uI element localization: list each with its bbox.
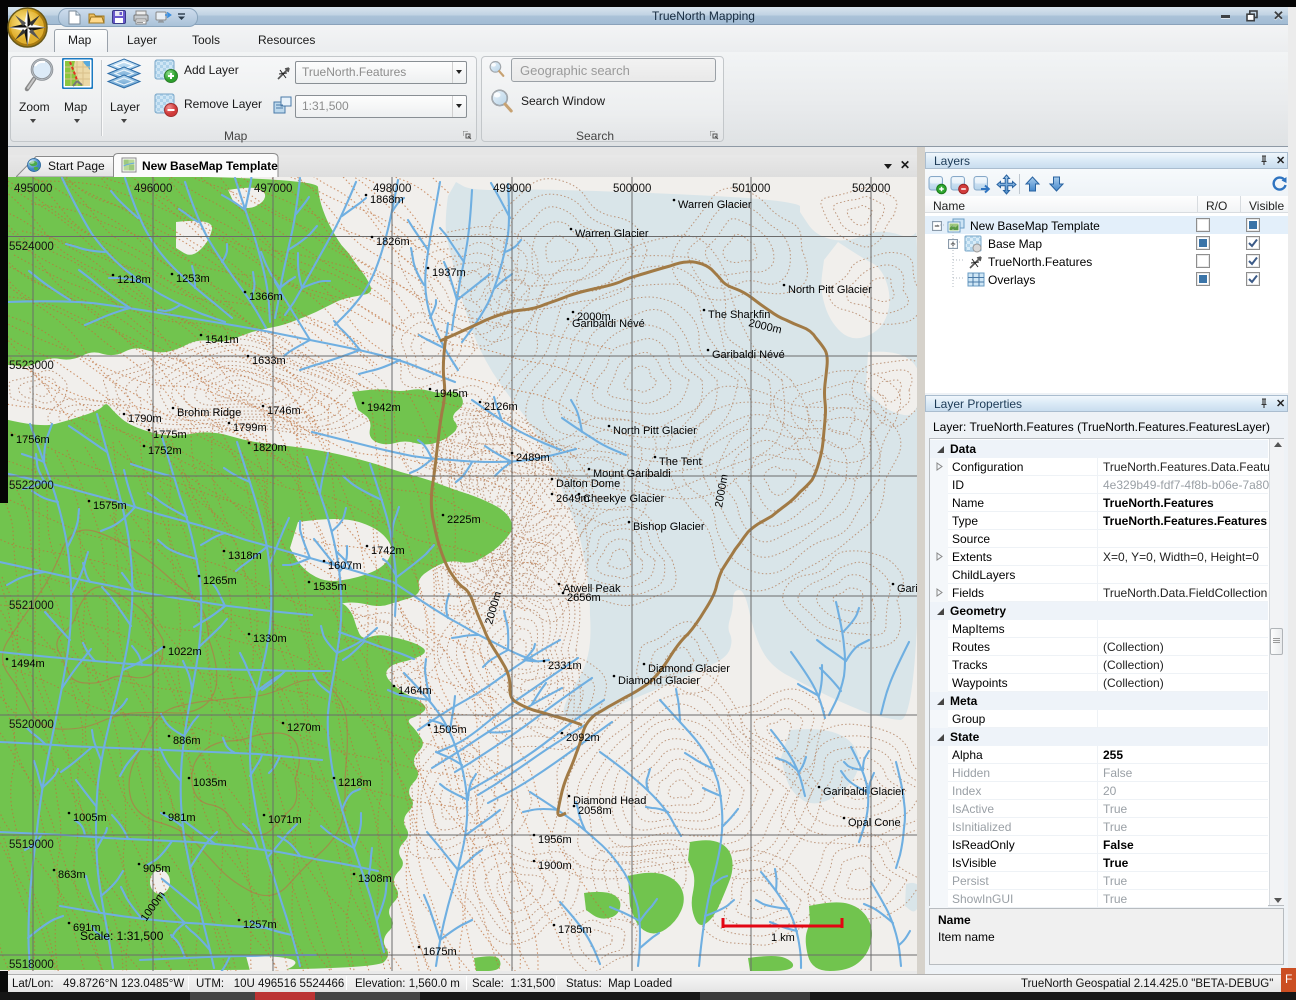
- svg-text:Diamond Glacier: Diamond Glacier: [648, 663, 730, 675]
- svg-text:863m: 863m: [58, 869, 86, 881]
- svg-text:1022m: 1022m: [168, 646, 202, 658]
- svg-text:Dalton Dome: Dalton Dome: [556, 478, 620, 490]
- svg-text:5524000: 5524000: [9, 241, 54, 253]
- svg-text:1330m: 1330m: [253, 633, 287, 645]
- svg-text:Scale: 1:31,500: Scale: 1:31,500: [80, 929, 164, 943]
- svg-text:Diamond Glacier: Diamond Glacier: [618, 675, 700, 687]
- svg-text:905m: 905m: [143, 863, 171, 875]
- svg-text:Warren Glacier: Warren Glacier: [575, 228, 649, 240]
- svg-text:Bishop Glacier: Bishop Glacier: [633, 521, 705, 533]
- svg-text:1752m: 1752m: [148, 445, 182, 457]
- svg-text:The Tent: The Tent: [659, 456, 702, 468]
- svg-text:2656m: 2656m: [567, 592, 601, 604]
- svg-text:1756m: 1756m: [16, 434, 50, 446]
- svg-text:1742m: 1742m: [371, 545, 405, 557]
- svg-text:1071m: 1071m: [268, 814, 302, 826]
- svg-text:2058m: 2058m: [578, 805, 612, 817]
- svg-text:1253m: 1253m: [176, 273, 210, 285]
- svg-text:1785m: 1785m: [558, 924, 592, 936]
- svg-text:1942m: 1942m: [367, 402, 401, 414]
- svg-text:1005m: 1005m: [73, 812, 107, 824]
- svg-text:1 km: 1 km: [771, 932, 795, 944]
- svg-text:1366m: 1366m: [249, 291, 283, 303]
- svg-text:Garibaldi Névé: Garibaldi Névé: [712, 349, 785, 361]
- svg-text:2331m: 2331m: [548, 660, 582, 672]
- svg-text:Garibaldi Glacier: Garibaldi Glacier: [823, 786, 905, 798]
- svg-text:1265m: 1265m: [203, 575, 237, 587]
- svg-text:5519000: 5519000: [9, 839, 54, 851]
- svg-text:1675m: 1675m: [423, 946, 457, 958]
- svg-text:2126m: 2126m: [484, 401, 518, 413]
- svg-text:1937m: 1937m: [432, 267, 466, 279]
- svg-text:Brohm Ridge: Brohm Ridge: [177, 407, 241, 419]
- svg-text:2092m: 2092m: [566, 732, 600, 744]
- svg-text:496000: 496000: [134, 183, 172, 195]
- svg-text:1318m: 1318m: [228, 550, 262, 562]
- svg-text:1799m: 1799m: [233, 422, 267, 434]
- svg-text:1257m: 1257m: [243, 919, 277, 931]
- svg-text:5521000: 5521000: [9, 600, 54, 612]
- svg-text:499000: 499000: [493, 183, 531, 195]
- svg-text:1633m: 1633m: [252, 355, 286, 367]
- svg-text:1607m: 1607m: [328, 560, 362, 572]
- svg-text:1820m: 1820m: [253, 442, 287, 454]
- svg-text:5520000: 5520000: [9, 719, 54, 731]
- svg-text:1826m: 1826m: [376, 236, 410, 248]
- svg-text:North Pitt Glacier: North Pitt Glacier: [613, 425, 697, 437]
- svg-text:886m: 886m: [173, 735, 201, 747]
- svg-text:501000: 501000: [732, 183, 770, 195]
- svg-text:Warren Glacier: Warren Glacier: [678, 199, 752, 211]
- svg-text:500000: 500000: [613, 183, 651, 195]
- svg-text:1505m: 1505m: [433, 724, 467, 736]
- svg-text:5518000: 5518000: [9, 959, 54, 971]
- svg-text:1945m: 1945m: [434, 388, 468, 400]
- svg-text:1541m: 1541m: [205, 334, 239, 346]
- svg-text:1218m: 1218m: [117, 274, 151, 286]
- svg-text:1956m: 1956m: [538, 834, 572, 846]
- svg-text:1308m: 1308m: [358, 873, 392, 885]
- svg-text:1535m: 1535m: [313, 581, 347, 593]
- svg-text:1868m: 1868m: [370, 194, 404, 206]
- svg-text:1790m: 1790m: [128, 413, 162, 425]
- svg-text:502000: 502000: [852, 183, 890, 195]
- svg-text:1464m: 1464m: [398, 685, 432, 697]
- svg-text:981m: 981m: [168, 812, 196, 824]
- svg-text:1746m: 1746m: [267, 405, 301, 417]
- svg-text:2489m: 2489m: [516, 452, 550, 464]
- svg-text:1494m: 1494m: [11, 658, 45, 670]
- svg-text:1270m: 1270m: [287, 722, 321, 734]
- svg-text:1035m: 1035m: [193, 777, 227, 789]
- svg-text:1775m: 1775m: [153, 429, 187, 441]
- svg-text:1218m: 1218m: [338, 777, 372, 789]
- svg-text:5522000: 5522000: [9, 480, 54, 492]
- svg-text:2225m: 2225m: [447, 514, 481, 526]
- svg-text:North Pitt Glacier: North Pitt Glacier: [788, 284, 872, 296]
- svg-text:1575m: 1575m: [93, 500, 127, 512]
- svg-text:495000: 495000: [14, 183, 52, 195]
- svg-text:Cheekye Glacier: Cheekye Glacier: [583, 493, 665, 505]
- svg-text:497000: 497000: [254, 183, 292, 195]
- svg-text:Opal Cone: Opal Cone: [848, 817, 901, 829]
- svg-text:5523000: 5523000: [9, 360, 54, 372]
- svg-text:1900m: 1900m: [538, 860, 572, 872]
- svg-text:Garibaldi Névé: Garibaldi Névé: [572, 318, 645, 330]
